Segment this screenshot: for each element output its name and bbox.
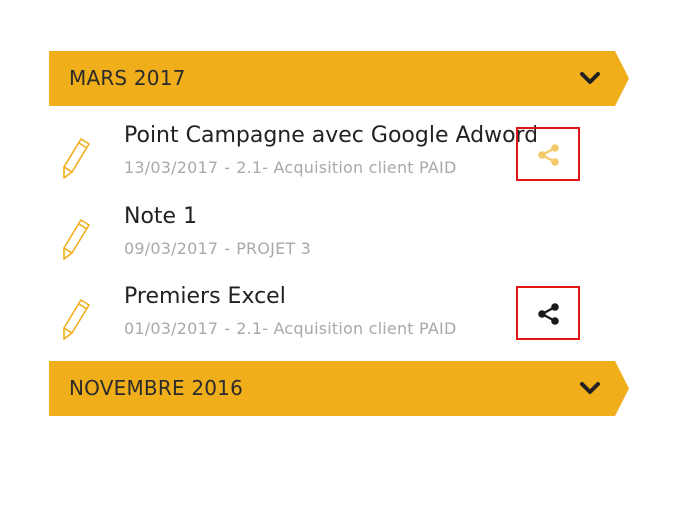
note-project: 2.1- Acquisition client PAID: [236, 319, 457, 338]
share-button[interactable]: [516, 286, 580, 340]
note-date: 13/03/2017: [124, 158, 219, 177]
share-icon: [538, 144, 559, 166]
month-label: NOVEMBRE 2016: [69, 376, 244, 400]
meta-separator: -: [224, 239, 231, 258]
share-icon: [538, 303, 559, 325]
month-header-mars-2017[interactable]: MARS 2017: [49, 51, 629, 106]
pencil-icon: [63, 138, 90, 179]
note-meta: 01/03/2017-2.1- Acquisition client PAID: [124, 318, 528, 340]
month-header-novembre-2016[interactable]: NOVEMBRE 2016: [49, 361, 629, 416]
note-date: 09/03/2017: [124, 239, 219, 258]
pencil-icon: [63, 219, 90, 260]
note-date: 01/03/2017: [124, 319, 219, 338]
share-button[interactable]: [516, 127, 580, 181]
meta-separator: -: [224, 158, 231, 177]
note-meta: 09/03/2017- PROJET 3: [124, 238, 528, 260]
note-project: PROJET 3: [236, 239, 312, 258]
note-item[interactable]: Note 1 09/03/2017- PROJET 3: [49, 200, 609, 280]
note-title[interactable]: Point Campagne avec Google Adwords: [124, 121, 536, 151]
note-project: 2.1- Acquisition client PAID: [236, 158, 457, 177]
pencil-icon: [63, 299, 90, 340]
meta-separator: -: [224, 319, 231, 338]
month-label: MARS 2017: [69, 66, 186, 90]
note-title[interactable]: Note 1: [124, 202, 536, 232]
chevron-down-icon[interactable]: [579, 67, 601, 89]
note-meta: 13/03/2017-2.1- Acquisition client PAID: [124, 157, 528, 179]
note-title[interactable]: Premiers Excel: [124, 282, 536, 312]
chevron-down-icon[interactable]: [579, 377, 601, 399]
